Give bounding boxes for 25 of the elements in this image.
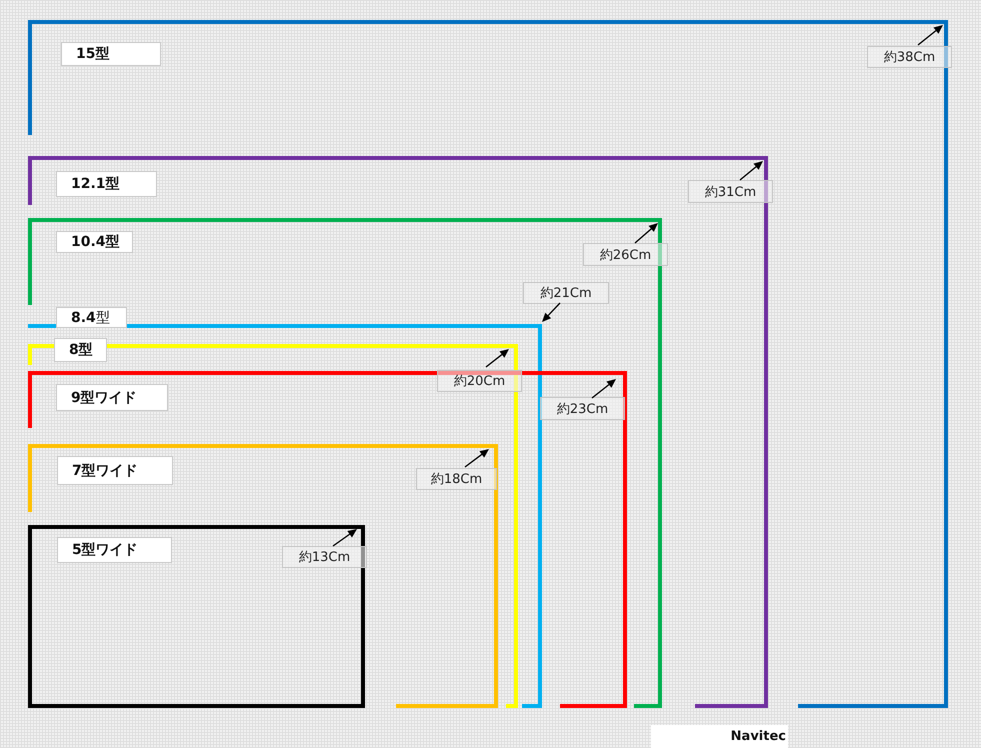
dimension-label: 約26Cm (583, 243, 668, 266)
arrow (592, 379, 616, 399)
size-label: 9型ワイド (56, 384, 168, 411)
brand-label: Navitec (651, 725, 788, 748)
dimension-label: 約18Cm (416, 468, 497, 490)
size-label: 5型ワイド (57, 537, 172, 563)
size-label: 12.1型 (56, 171, 157, 197)
size-label: 8型 (54, 338, 107, 362)
dimension-label: 約23Cm (540, 397, 625, 420)
size-label: 7型ワイド (57, 456, 173, 485)
dimension-label: 約21Cm (523, 282, 609, 304)
arrow (486, 349, 509, 368)
arrow (918, 25, 943, 46)
size-label: 15型 (61, 42, 161, 66)
arrow (332, 529, 357, 547)
arrow (634, 223, 658, 244)
dimension-label: 約38Cm (867, 46, 952, 68)
dimension-label: 約20Cm (437, 370, 522, 392)
size-label: 8.4型 (56, 307, 127, 328)
dimension-label: 約13Cm (282, 546, 367, 568)
arrow (740, 161, 763, 180)
arrow (542, 302, 560, 322)
dimension-label: 約31Cm (688, 180, 773, 203)
size-label: 10.4型 (56, 231, 133, 253)
arrow (464, 449, 489, 468)
